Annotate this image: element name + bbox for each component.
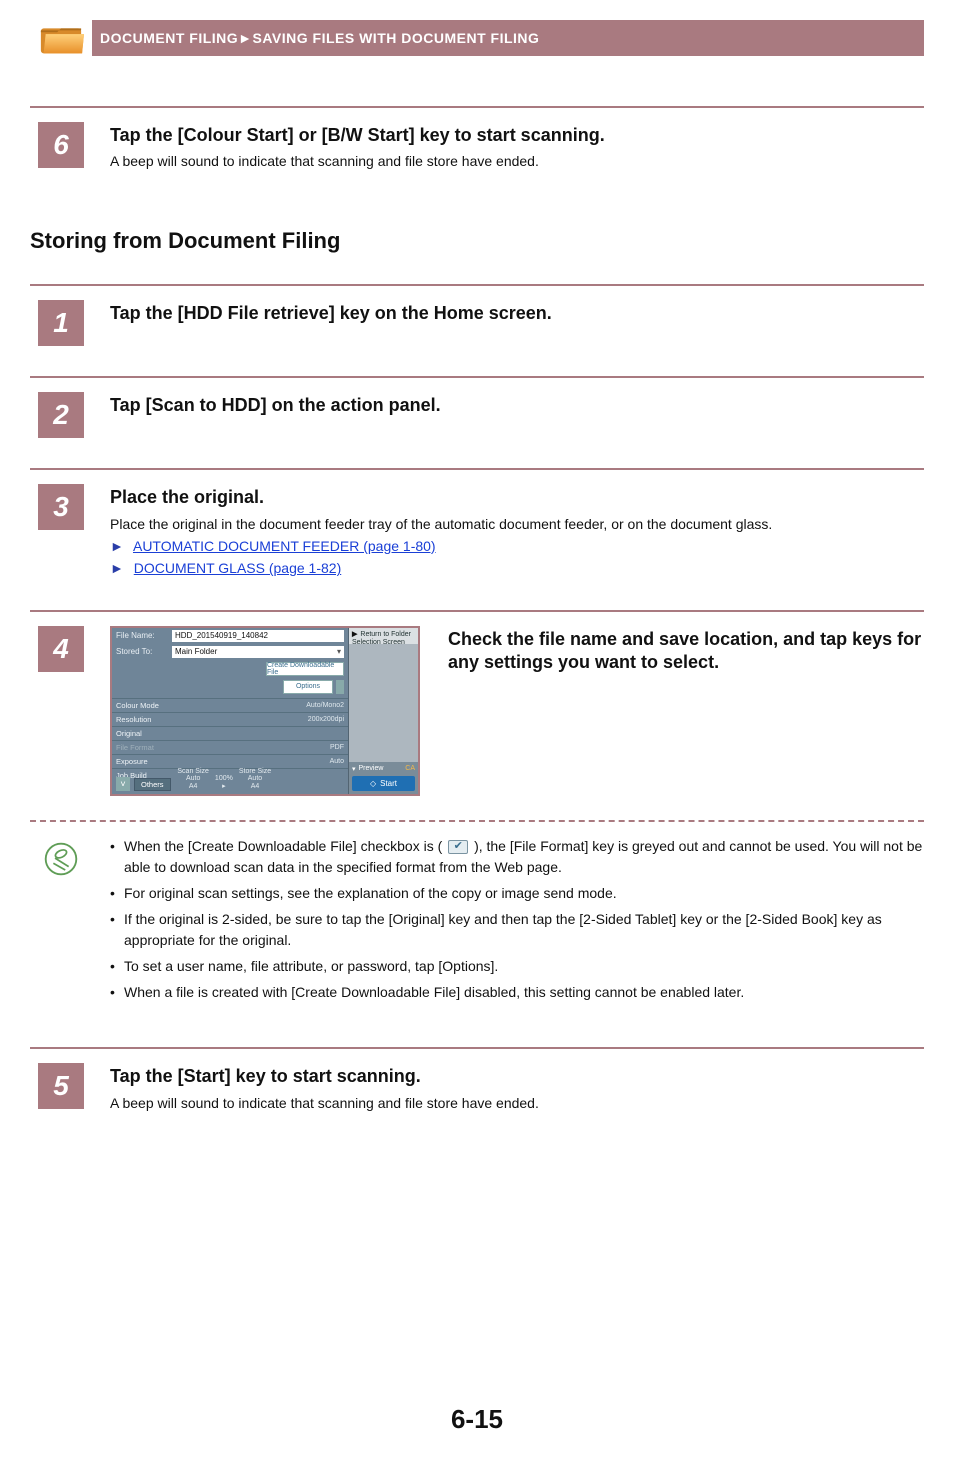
- chevron-down-icon[interactable]: ˅: [116, 777, 130, 791]
- note-item: For original scan settings, see the expl…: [110, 883, 924, 905]
- step-text: A beep will sound to indicate that scann…: [110, 1093, 924, 1114]
- step-text: A beep will sound to indicate that scann…: [110, 151, 924, 172]
- step-2: 2 Tap [Scan to HDD] on the action panel.: [30, 378, 924, 468]
- link-document-glass[interactable]: DOCUMENT GLASS (page 1-82): [134, 560, 341, 576]
- file-name-input[interactable]: HDD_201540919_140842: [172, 630, 344, 642]
- label: Store Size: [239, 768, 271, 776]
- step-number-badge: 2: [38, 392, 84, 438]
- header-bar: DOCUMENT FILING►SAVING FILES WITH DOCUME…: [30, 20, 924, 56]
- checkbox-checked-icon: ✔: [448, 840, 468, 854]
- value: 200x200dpi: [308, 716, 344, 723]
- step-1: 1 Tap the [HDD File retrieve] key on the…: [30, 286, 924, 376]
- note-item: When a file is created with [Create Down…: [110, 982, 924, 1004]
- paper: A4: [177, 783, 209, 791]
- mfp-panel: File Name: HDD_201540919_140842 Stored T…: [110, 626, 420, 796]
- step-text: Place the original in the document feede…: [110, 514, 924, 535]
- label: Original: [116, 729, 142, 738]
- triangle-icon: ►: [110, 560, 124, 576]
- step-title: Tap the [Start] key to start scanning.: [110, 1065, 924, 1088]
- paper: A4: [239, 783, 271, 791]
- setting-colour-mode[interactable]: Colour Mode Auto/Mono2: [112, 698, 348, 712]
- start-button[interactable]: ◇ Start: [352, 776, 415, 791]
- value: 100%: [215, 775, 233, 783]
- step-number-badge: 5: [38, 1063, 84, 1109]
- label: Start: [380, 779, 397, 788]
- link-adf[interactable]: AUTOMATIC DOCUMENT FEEDER (page 1-80): [133, 538, 436, 554]
- start-icon: ◇: [370, 779, 376, 788]
- ca-button[interactable]: CA: [405, 765, 415, 772]
- label: File Format: [116, 743, 154, 752]
- dashed-separator: [30, 820, 924, 822]
- return-to-folder-button[interactable]: ▶Return to Folder Selection Screen: [349, 628, 418, 644]
- header-icon-wrap: [30, 20, 92, 56]
- store-size[interactable]: Store Size Auto A4: [239, 768, 271, 791]
- preview-icon: ▾: [352, 765, 356, 773]
- step-title: Place the original.: [110, 486, 924, 509]
- create-downloadable-file-button[interactable]: Create Downloadable File: [266, 662, 344, 676]
- triangle-icon: ►: [110, 538, 124, 554]
- note-item: To set a user name, file attribute, or p…: [110, 956, 924, 978]
- setting-resolution[interactable]: Resolution 200x200dpi: [112, 712, 348, 726]
- link-line: ► DOCUMENT GLASS (page 1-82): [110, 557, 924, 579]
- label: Scan Size: [177, 768, 209, 776]
- back-arrow-icon: ▶: [352, 631, 357, 638]
- note-icon: [38, 836, 84, 882]
- options-button[interactable]: Options: [283, 680, 333, 694]
- setting-original[interactable]: Original: [112, 726, 348, 740]
- step-6: 6 Tap the [Colour Start] or [B/W Start] …: [30, 108, 924, 202]
- step-3: 3 Place the original. Place the original…: [30, 470, 924, 609]
- others-button[interactable]: Others: [134, 778, 171, 791]
- folder-icon: [38, 18, 84, 58]
- step-title: Tap the [HDD File retrieve] key on the H…: [110, 302, 924, 325]
- step-title: Tap [Scan to HDD] on the action panel.: [110, 394, 924, 417]
- breadcrumb: DOCUMENT FILING►SAVING FILES WITH DOCUME…: [100, 30, 539, 46]
- label: Exposure: [116, 757, 148, 766]
- note-item: When the [Create Downloadable File] chec…: [110, 836, 924, 879]
- note-item: If the original is 2-sided, be sure to t…: [110, 909, 924, 952]
- step-number-badge: 6: [38, 122, 84, 168]
- mfp-screenshot: File Name: HDD_201540919_140842 Stored T…: [110, 626, 420, 796]
- step-title: Check the file name and save location, a…: [448, 628, 924, 675]
- setting-file-format: File Format PDF: [112, 740, 348, 754]
- scan-size[interactable]: Scan Size Auto A4: [177, 768, 209, 791]
- stored-to-dropdown[interactable]: Main Folder: [172, 646, 344, 658]
- page-number: 6-15: [30, 1404, 924, 1435]
- file-name-label: File Name:: [116, 631, 172, 640]
- value: Auto: [239, 775, 271, 783]
- chevron-down-icon[interactable]: [336, 680, 344, 694]
- action-panel-blank: [349, 644, 418, 762]
- step-4: 4 File Name: HDD_201540919_140842 Stored…: [30, 612, 924, 814]
- label: Preview: [359, 765, 384, 772]
- value: PDF: [330, 744, 344, 751]
- step-title: Tap the [Colour Start] or [B/W Start] ke…: [110, 124, 924, 147]
- label: Colour Mode: [116, 701, 159, 710]
- value: Auto: [177, 775, 209, 783]
- section-heading: Storing from Document Filing: [30, 228, 924, 254]
- step-number-badge: 3: [38, 484, 84, 530]
- note-text: When the [Create Downloadable File] chec…: [124, 838, 442, 854]
- notes-block: When the [Create Downloadable File] chec…: [30, 836, 924, 1008]
- setting-exposure[interactable]: Exposure Auto: [112, 754, 348, 768]
- link-line: ► AUTOMATIC DOCUMENT FEEDER (page 1-80): [110, 535, 924, 557]
- label: Resolution: [116, 715, 151, 724]
- ratio: 100% ▸: [215, 768, 233, 791]
- step-5: 5 Tap the [Start] key to start scanning.…: [30, 1049, 924, 1143]
- value: Auto: [330, 758, 344, 765]
- stored-to-label: Stored To:: [116, 647, 172, 656]
- value: Auto/Mono2: [306, 702, 344, 709]
- step-number-badge: 4: [38, 626, 84, 672]
- step-number-badge: 1: [38, 300, 84, 346]
- preview-button[interactable]: ▾ Preview CA: [352, 765, 415, 773]
